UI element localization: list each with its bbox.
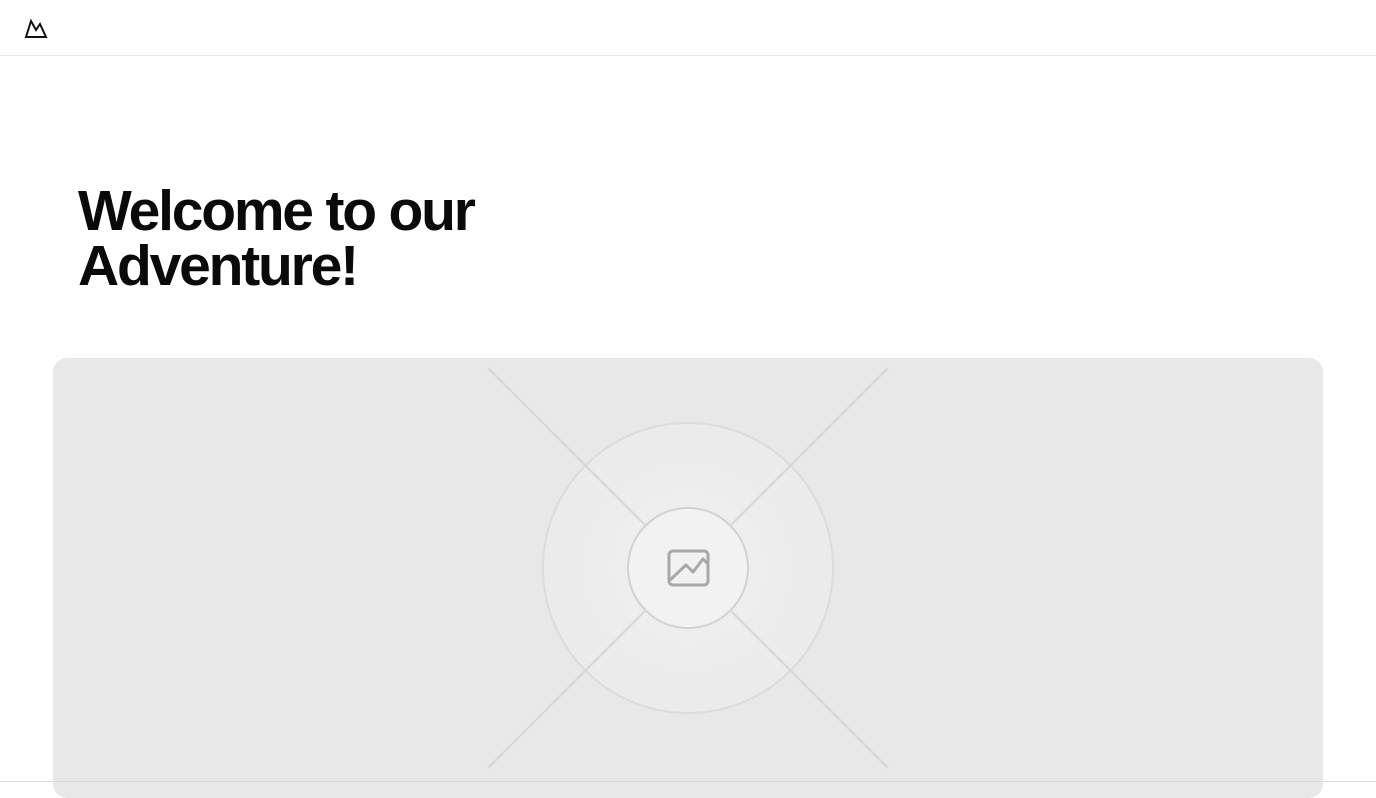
hero-image-placeholder	[53, 358, 1323, 798]
mountain-logo-icon[interactable]	[24, 17, 48, 39]
page-title: Welcome to our Adventure!	[78, 179, 598, 298]
top-navigation-bar	[0, 0, 1376, 56]
page-title-line-1: Welcome to our	[78, 179, 476, 243]
page-title-line-2: Adventure!	[78, 234, 359, 298]
image-placeholder-graphic	[487, 367, 889, 778]
